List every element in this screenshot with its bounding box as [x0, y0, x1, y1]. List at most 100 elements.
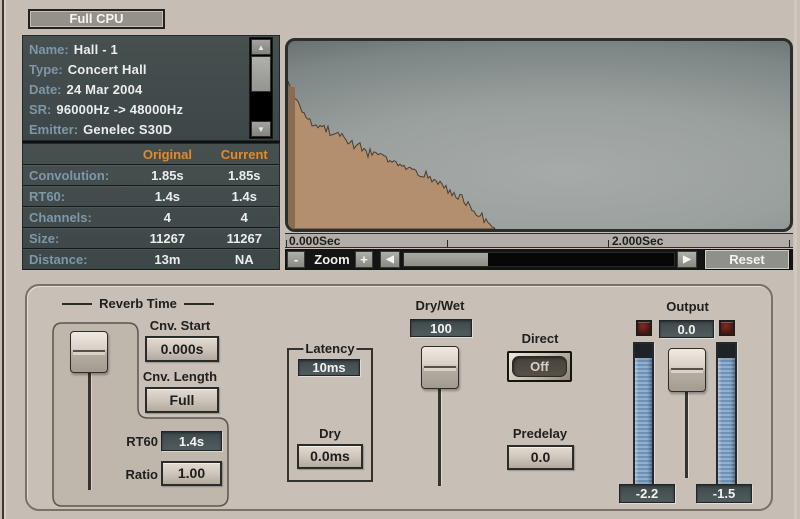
rt60-label: RT60 [112, 434, 158, 449]
field-value: 24 Mar 2004 [67, 82, 143, 97]
output-meter-right [716, 342, 737, 486]
cpu-mode-button[interactable]: Full CPU [28, 9, 165, 29]
direct-label: Direct [505, 331, 575, 346]
meter-unlit-segment [635, 344, 652, 358]
title-line-right [184, 303, 214, 305]
info-row-type: Type: Concert Hall [29, 59, 279, 79]
table-header-row: Original Current [23, 144, 279, 165]
cell-original: 1.4s [125, 189, 209, 204]
field-value: Genelec S30D [83, 122, 172, 137]
field-label: SR: [29, 102, 51, 117]
meter-unlit-segment [718, 344, 735, 358]
ruler-tick [286, 240, 287, 247]
meter-bar [635, 358, 652, 484]
ruler-tick [789, 240, 790, 247]
rt60-display: 1.4s [161, 431, 222, 451]
scroll-up-button[interactable]: ▲ [251, 39, 271, 55]
reverb-time-title: Reverb Time [62, 296, 214, 311]
table-row: Distance: 13m NA [23, 249, 279, 270]
slider-groove [671, 368, 703, 373]
field-value: Hall - 1 [74, 42, 118, 57]
column-header-original: Original [125, 147, 209, 162]
ratio-button[interactable]: 1.00 [161, 461, 222, 486]
ruler-tick [608, 240, 609, 247]
clip-led-left[interactable] [636, 320, 652, 336]
row-label: Convolution: [23, 168, 125, 183]
dry-wet-display: 100 [410, 319, 472, 337]
ir-waveform-display[interactable] [285, 38, 793, 232]
cell-current: NA [210, 252, 279, 267]
dry-wet-slider[interactable] [421, 346, 459, 389]
field-label: Type: [29, 62, 63, 77]
table-row: Size: 11267 11267 [23, 228, 279, 249]
zoom-out-button[interactable]: - [287, 251, 305, 268]
info-row-date: Date: 24 Mar 2004 [29, 79, 279, 99]
cnv-start-button[interactable]: 0.000s [145, 336, 219, 362]
field-value: Concert Hall [68, 62, 147, 77]
field-label: Date: [29, 82, 62, 97]
slider-groove [73, 350, 105, 355]
zoom-in-button[interactable]: + [355, 251, 373, 268]
output-meter-left [633, 342, 654, 486]
ir-envelope [288, 41, 790, 229]
latency-display: 10ms [298, 359, 360, 376]
output-gain-display: 0.0 [659, 320, 714, 338]
field-value: 96000Hz -> 48000Hz [56, 102, 183, 117]
direct-toggle-button[interactable]: Off [507, 351, 572, 382]
cnv-start-label: Cnv. Start [140, 318, 220, 333]
direct-toggle-value: Off [512, 356, 567, 377]
dry-time-button[interactable]: 0.0ms [297, 444, 363, 469]
output-slider-track[interactable] [685, 390, 688, 478]
waveform-scrollbar[interactable] [403, 252, 675, 267]
output-label: Output [655, 299, 720, 314]
row-label: Channels: [23, 210, 125, 225]
latency-label: Latency [303, 341, 356, 356]
waveform-toolbar: - Zoom + ◀ ▶ Reset [285, 249, 793, 270]
time-label-start: 0.000Sec [289, 234, 340, 248]
dry-label: Dry [289, 426, 371, 441]
time-label-end: 2.000Sec [612, 234, 663, 248]
predelay-button[interactable]: 0.0 [507, 445, 574, 470]
reverb-time-slider[interactable] [70, 331, 108, 373]
ir-info-panel: Name: Hall - 1 Type: Concert Hall Date: … [22, 35, 280, 141]
info-row-sr: SR: 96000Hz -> 48000Hz [29, 99, 279, 119]
ratio-label: Ratio [112, 467, 158, 482]
dry-wet-slider-track[interactable] [438, 387, 441, 486]
cell-current: 1.85s [210, 168, 279, 183]
cell-original: 13m [125, 252, 209, 267]
clip-led-right[interactable] [719, 320, 735, 336]
slider-groove [424, 366, 456, 371]
window-right-edge [794, 0, 797, 519]
time-ruler: 0.000Sec 2.000Sec [285, 233, 793, 248]
reset-button[interactable]: Reset [705, 250, 789, 269]
meter-bar [718, 358, 735, 484]
scroll-up-icon: ▲ [257, 43, 265, 52]
row-label: Size: [23, 231, 125, 246]
scrollbar-thumb[interactable] [251, 56, 271, 92]
column-header-current: Current [210, 147, 279, 162]
table-row: Convolution: 1.85s 1.85s [23, 165, 279, 186]
latency-group: Latency 10ms Dry 0.0ms [287, 348, 373, 482]
info-scrollbar[interactable]: ▲ ▼ [249, 37, 273, 139]
cell-original: 11267 [125, 231, 209, 246]
row-label: Distance: [23, 252, 125, 267]
output-slider[interactable] [668, 348, 706, 392]
cnv-length-button[interactable]: Full [145, 387, 219, 413]
window-left-highlight [4, 0, 6, 519]
ruler-tick [447, 240, 448, 247]
scroll-down-button[interactable]: ▼ [251, 121, 271, 137]
info-row-name: Name: Hall - 1 [29, 39, 279, 59]
waveform-scrollbar-thumb[interactable] [404, 253, 488, 266]
scroll-left-button[interactable]: ◀ [380, 251, 400, 268]
cell-original: 1.85s [125, 168, 209, 183]
dry-wet-label: Dry/Wet [405, 298, 475, 313]
cell-current: 11267 [210, 231, 279, 246]
scroll-right-button[interactable]: ▶ [677, 251, 697, 268]
reverb-time-label: Reverb Time [99, 296, 177, 311]
cell-original: 4 [125, 210, 209, 225]
field-label: Emitter: [29, 122, 78, 137]
table-row: RT60: 1.4s 1.4s [23, 186, 279, 207]
scroll-down-icon: ▼ [257, 125, 265, 134]
meter-value-right-display: -1.5 [696, 484, 752, 503]
plugin-window: Full CPU Name: Hall - 1 Type: Concert Ha… [0, 0, 800, 519]
